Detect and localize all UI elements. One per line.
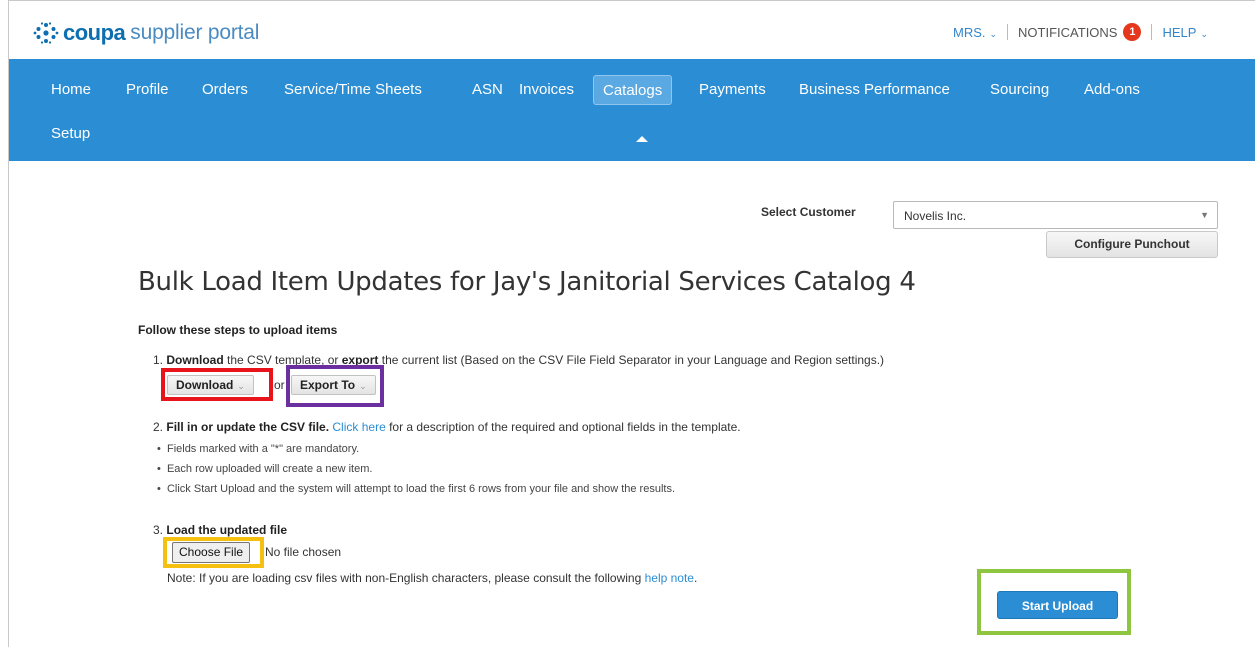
notifications-label: NOTIFICATIONS: [1018, 24, 1118, 40]
brand-name: coupa: [63, 20, 126, 45]
select-customer-label: Select Customer: [761, 205, 856, 219]
user-menu[interactable]: MRS. ⌄: [953, 25, 997, 40]
product-name: supplier portal: [130, 21, 260, 44]
nav-item-catalogs[interactable]: Catalogs: [593, 75, 673, 105]
step-1-number: 1.: [153, 353, 164, 367]
customer-select[interactable]: Novelis Inc. ▼: [893, 201, 1218, 229]
step-2-number: 2.: [153, 420, 164, 434]
steps-heading: Follow these steps to upload items: [138, 323, 338, 337]
highlight-box-choose-file: [163, 537, 264, 568]
coupa-snowflake-icon: [33, 22, 59, 44]
help-label: HELP: [1162, 24, 1197, 40]
bullet-text: Each row uploaded will create a new item…: [166, 463, 373, 475]
note-text: Note: If you are loading csv files with …: [167, 571, 697, 585]
highlight-box-download: [161, 368, 273, 401]
customer-select-value: Novelis Inc.: [904, 209, 967, 223]
step-3-bold: Load the updated file: [166, 523, 288, 537]
notifications-badge: 1: [1123, 23, 1142, 41]
configure-punchout-button[interactable]: Configure Punchout: [1046, 231, 1218, 258]
divider: [1151, 24, 1153, 40]
nav-item-profile[interactable]: Profile: [117, 75, 178, 105]
nav-item-service-time-sheets[interactable]: Service/Time Sheets: [275, 75, 431, 105]
highlight-box-export: [286, 365, 384, 407]
step-2-bold: Fill in or update the CSV file.: [166, 420, 330, 434]
top-bar: coupa supplier portal MRS. ⌄ NOTIFICATION…: [9, 1, 1255, 59]
active-tab-indicator-icon: [636, 136, 648, 142]
no-file-chosen-text: No file chosen: [265, 545, 342, 559]
help-menu[interactable]: HELP ⌄: [1162, 25, 1208, 40]
main-nav: Home Profile Orders Service/Time Sheets …: [9, 59, 1255, 161]
nav-item-add-ons[interactable]: Add-ons: [1075, 75, 1149, 105]
bullet-item: • Fields marked with a "*" are mandatory…: [157, 443, 360, 455]
nav-item-sourcing[interactable]: Sourcing: [981, 75, 1058, 105]
help-note-link[interactable]: help note: [645, 571, 694, 585]
or-text: or: [274, 378, 285, 392]
nav-item-setup[interactable]: Setup: [42, 119, 99, 149]
step-1-download-word: Download: [166, 353, 224, 367]
chevron-down-icon: ⌄: [989, 28, 998, 39]
user-menu-label: MRS.: [953, 24, 986, 40]
page-title: Bulk Load Item Updates for Jay's Janitor…: [138, 267, 916, 297]
dropdown-arrow-icon: ▼: [1200, 210, 1209, 220]
step-2-text: 2. Fill in or update the CSV file. Click…: [153, 420, 741, 434]
nav-item-orders[interactable]: Orders: [193, 75, 257, 105]
note-text-end: .: [693, 571, 698, 585]
step-1-text: 1. Download the CSV template, or export …: [153, 353, 884, 367]
highlight-box-start-upload: [977, 569, 1131, 635]
divider: [1007, 24, 1009, 40]
click-here-link[interactable]: Click here: [332, 420, 385, 434]
coupa-logo[interactable]: coupa supplier portal: [33, 20, 260, 45]
bullet-text: Click Start Upload and the system will a…: [166, 483, 676, 495]
step-3-number: 3.: [153, 523, 164, 537]
top-links: MRS. ⌄ NOTIFICATIONS 1 HELP ⌄: [953, 23, 1208, 41]
nav-item-payments[interactable]: Payments: [690, 75, 775, 105]
step-3-text: 3. Load the updated file: [153, 523, 287, 537]
notifications-link[interactable]: NOTIFICATIONS 1: [1018, 23, 1142, 41]
bullet-item: • Click Start Upload and the system will…: [157, 483, 676, 495]
nav-item-home[interactable]: Home: [42, 75, 100, 105]
nav-item-business-performance[interactable]: Business Performance: [790, 75, 959, 105]
nav-item-asn[interactable]: ASN: [463, 75, 512, 105]
chevron-down-icon: ⌄: [1200, 28, 1208, 39]
page-frame: coupa supplier portal MRS. ⌄ NOTIFICATION…: [8, 0, 1255, 647]
step-2-text-rest: for a description of the required and op…: [385, 420, 741, 434]
bullet-item: • Each row uploaded will create a new it…: [157, 463, 373, 475]
nav-item-invoices[interactable]: Invoices: [510, 75, 583, 105]
bullet-text: Fields marked with a "*" are mandatory.: [166, 443, 360, 455]
note-text-main: Note: If you are loading csv files with …: [167, 571, 645, 585]
step-1-text-b: the current list (Based on the CSV File …: [378, 353, 885, 367]
